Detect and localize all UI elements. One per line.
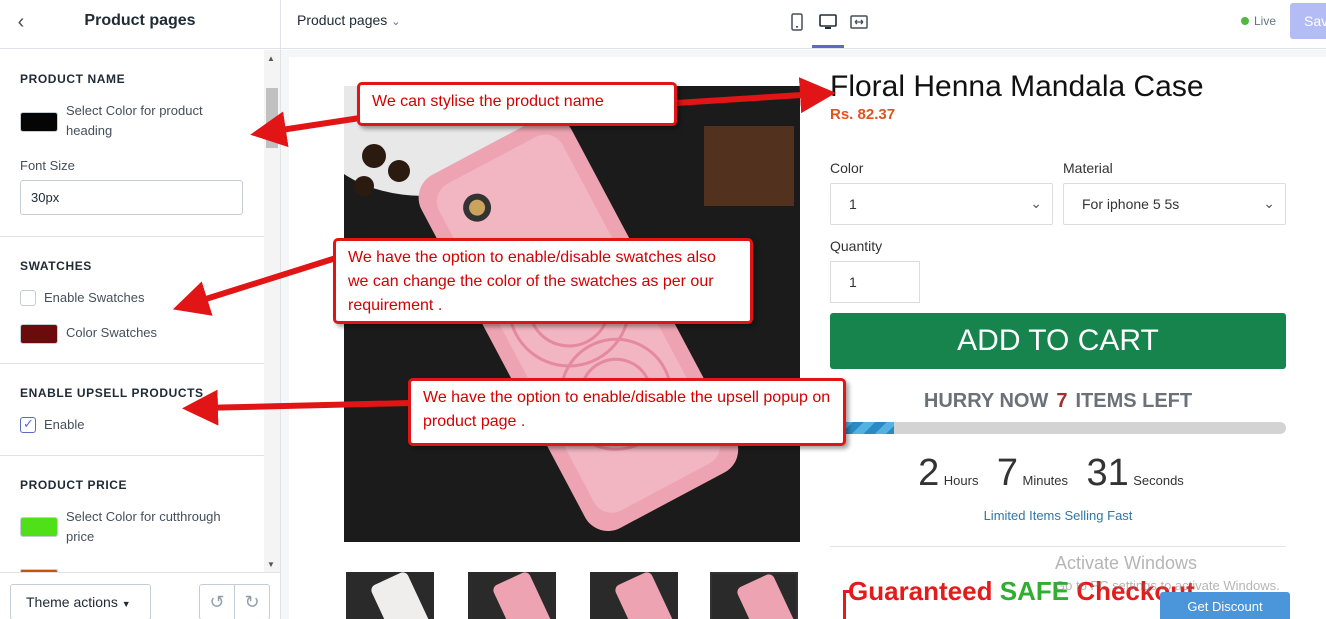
- fullscreen-icon[interactable]: [848, 13, 870, 35]
- annotation-upsell: We have the option to enable/disable the…: [408, 378, 846, 446]
- product-title: Floral Henna Mandala Case: [830, 70, 1204, 103]
- swatches-heading: SWATCHES: [20, 259, 92, 273]
- timer-seconds: 31: [1086, 452, 1129, 494]
- color-swatches-label: Color Swatches: [66, 325, 158, 340]
- product-thumbnail[interactable]: [590, 572, 678, 619]
- upsell-enable-label: Enable: [44, 417, 85, 432]
- countdown-timer: 2 Hours 7 Minutes 31 Seconds: [830, 452, 1286, 495]
- font-size-label: Font Size: [20, 158, 75, 173]
- material-option-select[interactable]: For iphone 5 5s ⌄: [1063, 183, 1286, 225]
- get-discount-button[interactable]: Get Discount: [1160, 592, 1290, 619]
- activate-windows-watermark: Activate Windows: [1055, 553, 1198, 573]
- scroll-down-icon[interactable]: ▼: [267, 560, 275, 569]
- hurry-suffix: ITEMS LEFT: [1075, 390, 1193, 412]
- theme-actions-label: Theme actions: [26, 594, 118, 610]
- product-heading-color-label: Select Color for product heading: [66, 103, 203, 138]
- timer-minutes-label: Minutes: [1022, 473, 1069, 488]
- activate-windows-subtext: Go to PC settings to activate Windows.: [1055, 578, 1280, 593]
- section-divider: [0, 363, 264, 364]
- mobile-icon[interactable]: [786, 13, 808, 35]
- quantity-input[interactable]: 1: [830, 261, 920, 303]
- product-price: Rs. 82.37: [830, 106, 896, 123]
- hurry-now-banner: HURRY NOW 7 ITEMS LEFT: [830, 390, 1286, 413]
- annotation-product-name: We can stylise the product name: [357, 82, 677, 126]
- cutthrough-price-color-swatch[interactable]: [20, 517, 58, 537]
- enable-swatches-label: Enable Swatches: [44, 290, 145, 305]
- product-heading-color-swatch[interactable]: [20, 112, 58, 132]
- live-status-label: Live: [1254, 14, 1277, 28]
- caret-down-icon: ▼: [121, 599, 131, 609]
- timer-minutes: 7: [996, 452, 1019, 494]
- scrollbar-thumb[interactable]: [266, 88, 278, 148]
- chevron-down-icon: ⌄: [1030, 195, 1042, 211]
- save-button[interactable]: Save: [1290, 3, 1326, 39]
- items-left-count: 7: [1056, 390, 1068, 412]
- color-option-label: Color: [830, 160, 864, 176]
- theme-actions-button[interactable]: Theme actions ▼: [10, 584, 151, 619]
- annotation-swatches: We have the option to enable/disable swa…: [333, 238, 753, 324]
- upsell-enable-checkbox[interactable]: ✓: [20, 416, 36, 433]
- sidebar-scrollbar[interactable]: [264, 50, 280, 572]
- limited-items-text: Limited Items Selling Fast: [983, 508, 1133, 523]
- chevron-down-icon: ⌄: [1263, 195, 1275, 211]
- sidebar-title: Product pages: [84, 12, 196, 29]
- sidebar-header: ‹ Product pages: [0, 0, 280, 49]
- stock-progress-bar: [830, 422, 1286, 434]
- divider: [830, 546, 1286, 547]
- material-option-label: Material: [1063, 160, 1113, 176]
- section-divider: [0, 236, 264, 237]
- section-divider: [0, 455, 264, 456]
- checkmark-icon: ✓: [23, 416, 34, 431]
- undo-icon[interactable]: ↺: [199, 584, 235, 619]
- timer-hours-label: Hours: [943, 473, 979, 488]
- product-thumbnail[interactable]: [346, 572, 434, 619]
- product-name-heading: PRODUCT NAME: [20, 72, 126, 86]
- color-option-select[interactable]: 1 ⌄: [830, 183, 1053, 225]
- scroll-up-icon[interactable]: ▲: [267, 54, 275, 63]
- cutthrough-price-color-label: Select Color for cutthrough price: [66, 509, 221, 544]
- desktop-icon[interactable]: [817, 13, 839, 35]
- timer-seconds-label: Seconds: [1133, 473, 1184, 488]
- color-option-value: 1: [849, 196, 857, 212]
- enable-swatches-checkbox[interactable]: [20, 290, 36, 306]
- color-swatches-swatch[interactable]: [20, 324, 58, 344]
- guarantee-word-1: Guaranteed: [848, 576, 993, 606]
- product-thumbnail-selected[interactable]: [710, 572, 798, 619]
- upsell-heading: ENABLE UPSELL PRODUCTS: [20, 386, 204, 400]
- timer-hours: 2: [918, 452, 940, 494]
- product-thumbnail[interactable]: [468, 572, 556, 619]
- font-size-input[interactable]: 30px: [20, 180, 243, 215]
- product-price-heading: PRODUCT PRICE: [20, 478, 128, 492]
- page-select-label: Product pages: [297, 12, 388, 28]
- hurry-prefix: HURRY NOW: [923, 390, 1049, 412]
- active-device-indicator: [812, 45, 844, 48]
- theme-editor-sidebar: ‹ Product pages PRODUCT NAME Select Colo…: [0, 0, 281, 619]
- chevron-down-icon: ⌄: [391, 16, 401, 28]
- add-to-cart-button[interactable]: ADD TO CART: [830, 313, 1286, 369]
- material-option-value: For iphone 5 5s: [1082, 196, 1180, 212]
- quantity-label: Quantity: [830, 238, 883, 254]
- badge-bracket: [843, 590, 853, 619]
- page-select-dropdown[interactable]: Product pages ⌄: [297, 12, 400, 28]
- redo-icon[interactable]: ↻: [234, 584, 270, 619]
